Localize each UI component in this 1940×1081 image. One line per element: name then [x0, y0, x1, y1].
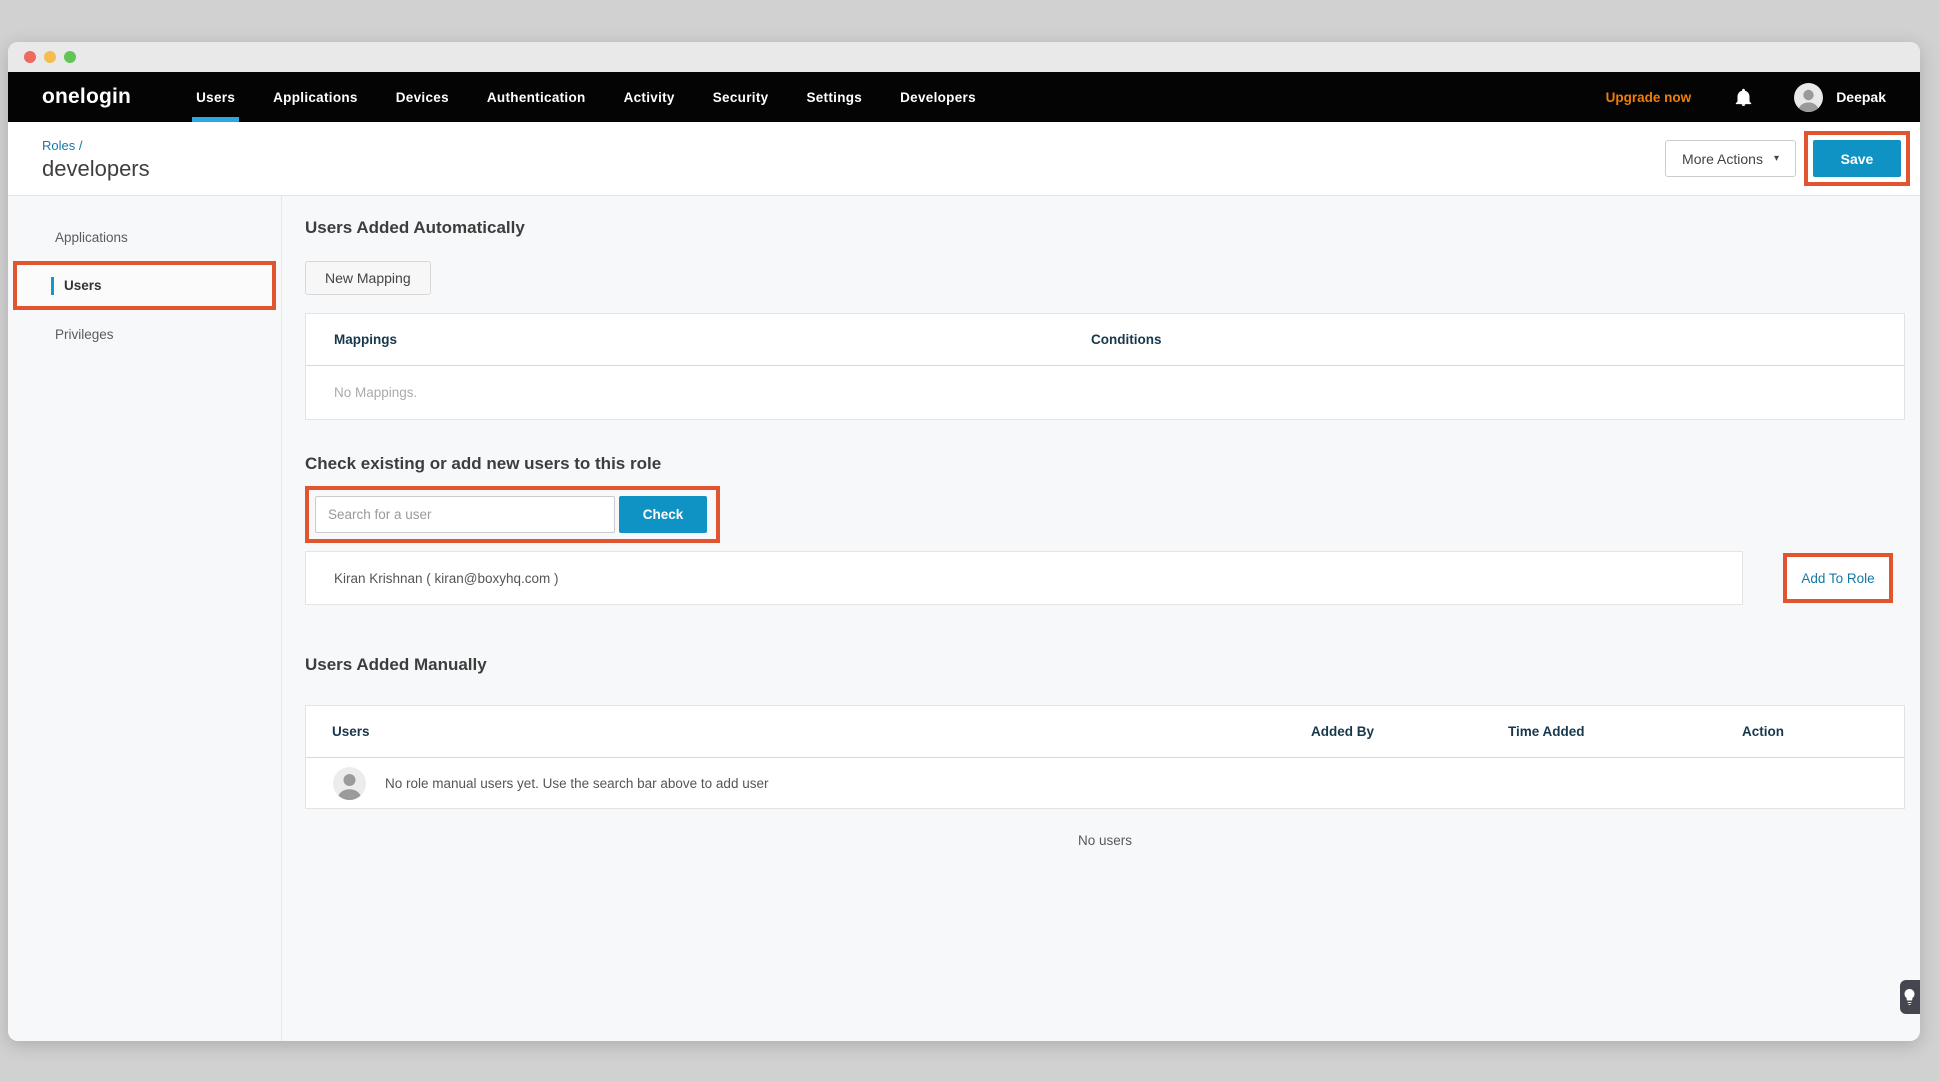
onelogin-logo: onelogin	[42, 85, 131, 109]
user-avatar[interactable]	[1794, 83, 1823, 112]
user-result-text: Kiran Krishnan ( kiran@boxyhq.com )	[334, 571, 559, 586]
nav-item-activity[interactable]: Activity	[605, 72, 694, 122]
check-button[interactable]: Check	[619, 496, 707, 533]
annotation-box-save: Save	[1804, 131, 1910, 186]
column-header-users: Users	[306, 724, 1311, 739]
browser-window: onelogin Users Applications Devices Auth…	[8, 42, 1920, 1041]
top-navbar: onelogin Users Applications Devices Auth…	[8, 72, 1920, 122]
annotation-box-add-to-role: Add To Role	[1783, 553, 1893, 603]
chevron-down-icon: ▾	[1774, 153, 1779, 164]
active-indicator-bar	[51, 277, 54, 295]
column-header-action: Action	[1742, 724, 1784, 739]
nav-item-security[interactable]: Security	[694, 72, 788, 122]
header-actions: More Actions ▾ Save	[1665, 131, 1910, 186]
window-zoom-button[interactable]	[64, 51, 76, 63]
section-title-users-added-automatically: Users Added Automatically	[305, 218, 1906, 238]
column-header-mappings: Mappings	[306, 332, 1091, 347]
navbar-right: Upgrade now Deepak	[1606, 72, 1886, 122]
sidebar-item-applications[interactable]: Applications	[8, 219, 281, 255]
mappings-table-header: Mappings Conditions	[306, 314, 1904, 366]
manual-users-table: Users Added By Time Added Action No role…	[305, 705, 1905, 809]
mappings-empty-row: No Mappings.	[306, 366, 1904, 419]
upgrade-now-link[interactable]: Upgrade now	[1606, 90, 1692, 105]
user-search-input[interactable]	[315, 496, 615, 533]
nav-item-developers[interactable]: Developers	[881, 72, 995, 122]
main-panel: Users Added Automatically New Mapping Ma…	[282, 196, 1920, 1041]
notifications-bell-icon[interactable]	[1735, 88, 1752, 106]
more-actions-button[interactable]: More Actions ▾	[1665, 140, 1796, 177]
window-titlebar	[8, 42, 1920, 72]
page-header: Roles / developers More Actions ▾ Save	[8, 122, 1920, 196]
user-name: Deepak	[1836, 89, 1886, 105]
nav-item-settings[interactable]: Settings	[787, 72, 881, 122]
nav-item-applications[interactable]: Applications	[254, 72, 377, 122]
sidebar-item-privileges[interactable]: Privileges	[8, 316, 281, 352]
role-sidebar: Applications Users Privileges	[8, 196, 282, 1041]
annotation-box-search: Check	[305, 486, 720, 543]
save-button[interactable]: Save	[1813, 140, 1901, 177]
section-title-check-existing: Check existing or add new users to this …	[305, 454, 1906, 474]
add-to-role-link[interactable]: Add To Role	[1801, 571, 1874, 586]
no-users-text: No users	[305, 833, 1905, 848]
more-actions-label: More Actions	[1682, 151, 1763, 167]
sidebar-item-users-label: Users	[64, 278, 102, 293]
breadcrumb-roles-link[interactable]: Roles /	[42, 138, 82, 153]
manual-table-header: Users Added By Time Added Action	[306, 706, 1904, 758]
no-manual-users-text: No role manual users yet. Use the search…	[385, 776, 768, 791]
search-result-zone: Kiran Krishnan ( kiran@boxyhq.com ) Add …	[305, 551, 1906, 605]
no-mappings-text: No Mappings.	[334, 385, 417, 400]
help-lightbulb-tab[interactable]	[1900, 980, 1920, 1014]
nav-item-devices[interactable]: Devices	[377, 72, 468, 122]
section-title-users-added-manually: Users Added Manually	[305, 655, 1906, 675]
window-close-button[interactable]	[24, 51, 36, 63]
lightbulb-icon	[1904, 989, 1915, 1005]
annotation-box-users: Users	[13, 261, 276, 310]
mappings-table: Mappings Conditions No Mappings.	[305, 313, 1905, 420]
column-header-conditions: Conditions	[1091, 332, 1162, 347]
page-title: developers	[42, 156, 150, 182]
window-minimize-button[interactable]	[44, 51, 56, 63]
user-result-row: Kiran Krishnan ( kiran@boxyhq.com )	[305, 551, 1743, 605]
screen: onelogin Users Applications Devices Auth…	[0, 0, 1940, 1081]
new-mapping-button[interactable]: New Mapping	[305, 261, 431, 295]
nav-item-authentication[interactable]: Authentication	[468, 72, 605, 122]
nav-item-users[interactable]: Users	[177, 72, 254, 122]
breadcrumb-block: Roles / developers	[42, 135, 150, 182]
column-header-added-by: Added By	[1311, 724, 1508, 739]
placeholder-user-avatar-icon	[333, 767, 366, 800]
manual-users-empty-row: No role manual users yet. Use the search…	[306, 758, 1904, 808]
content-area: Applications Users Privileges Users Adde…	[8, 196, 1920, 1041]
column-header-time-added: Time Added	[1508, 724, 1742, 739]
primary-nav: Users Applications Devices Authenticatio…	[177, 72, 995, 122]
sidebar-item-users[interactable]: Users	[17, 265, 272, 306]
